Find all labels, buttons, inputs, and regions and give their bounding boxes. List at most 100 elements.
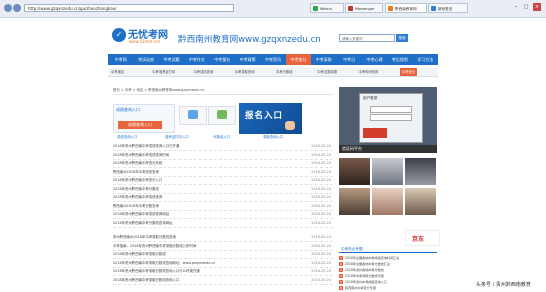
sub-nav-item[interactable]: 中考分数线 bbox=[276, 68, 292, 76]
maximize-button[interactable]: □ bbox=[522, 3, 530, 11]
product-photo[interactable] bbox=[339, 188, 370, 215]
sub-nav-item[interactable]: 中考时间安排 bbox=[359, 68, 379, 76]
registration-banner[interactable]: 报名入口 bbox=[239, 103, 302, 134]
product-photo[interactable] bbox=[372, 188, 403, 215]
news-title[interactable]: 黔西南州2018年中考成绩查询 bbox=[113, 169, 159, 176]
news-row[interactable]: 2018年贵州黔西南中考成绩查询时间 2018-05-24 bbox=[113, 152, 333, 160]
news-row[interactable]: 黔西南州2018年中考成绩查询 2018-05-24 bbox=[113, 169, 333, 177]
nav-item[interactable]: 中考报名 bbox=[210, 54, 235, 65]
news-title[interactable]: 2018年贵州黔西南中考成绩查询网站 bbox=[113, 211, 169, 218]
back-icon[interactable] bbox=[4, 4, 12, 12]
forward-icon[interactable] bbox=[13, 4, 21, 12]
nav-item[interactable]: 中考查分 bbox=[285, 54, 312, 65]
news-title[interactable]: 2018年贵州黔西南中考录取分数线 bbox=[113, 251, 166, 258]
login-dialog-image: 用户登录 bbox=[359, 93, 423, 143]
news-row[interactable]: 2018年贵州黔西南中考成绩查询网站 2018-05-24 bbox=[113, 211, 333, 219]
quick-link[interactable]: 录取查询入口 bbox=[263, 134, 283, 139]
news-title[interactable]: 2018年贵州黔西南中考录取分数线查询入口 bbox=[113, 277, 179, 284]
search-button[interactable]: 搜索 bbox=[396, 34, 408, 42]
news-row[interactable]: 2018年贵州黔西南中考成绩查询入口已开通 2018-05-24 bbox=[113, 143, 333, 151]
browser-tab[interactable]: 新标签页 bbox=[428, 3, 468, 13]
rank-badge: 1 bbox=[339, 256, 343, 260]
news-date: 2018-05-24 bbox=[311, 220, 331, 225]
news-title[interactable]: 2018年贵州黔西南中考成绩查询入口已开通 bbox=[113, 143, 179, 150]
nav-item[interactable]: 学习方法 bbox=[413, 54, 438, 65]
score-query-button[interactable]: 成绩查询入口 bbox=[118, 121, 162, 129]
product-photo[interactable] bbox=[372, 158, 403, 185]
nav-item[interactable]: 中考录取 bbox=[311, 54, 336, 65]
news-title[interactable]: 2018年贵州黔西南中考成绩查询时间 bbox=[113, 152, 169, 159]
news-title[interactable]: 2018年贵州黔西南中考查分系统 bbox=[113, 160, 162, 167]
close-button[interactable]: × bbox=[533, 3, 541, 11]
sub-nav-item[interactable]: 中考成绩查询 bbox=[194, 68, 214, 76]
nav-item[interactable]: 考后规划 bbox=[387, 54, 412, 65]
product-photo[interactable] bbox=[405, 158, 436, 185]
quick-link[interactable]: 分数线入口 bbox=[213, 134, 230, 139]
nav-item[interactable]: 中考日 bbox=[336, 54, 361, 65]
search-input[interactable]: 请输入关键词 bbox=[339, 34, 395, 42]
news-row[interactable]: 黔西南州2018年中考分数查询 2018-05-24 bbox=[113, 203, 333, 211]
side-list-item[interactable]: 6 黔西南州中考查分专题 bbox=[339, 285, 437, 291]
news-title[interactable]: 2018年贵州黔西南中考查分入口 bbox=[113, 177, 162, 184]
nav-item[interactable]: 中考网 bbox=[108, 54, 133, 65]
news-title[interactable]: 2018年贵州黔西南中考成绩查询 bbox=[113, 194, 162, 201]
tab-favicon-icon bbox=[388, 6, 393, 11]
side-item-label: 2018年贵州各地中考分数线 bbox=[345, 268, 384, 272]
quick-link[interactable]: 成绩查询入口 bbox=[117, 134, 137, 139]
nav-item[interactable]: 中考作文 bbox=[184, 54, 209, 65]
rank-badge: 5 bbox=[339, 280, 343, 284]
news-title[interactable]: 黔西南州2018年中考分数查询 bbox=[113, 203, 159, 210]
news-row[interactable]: 2018年贵州黔西南中考录取分数线 2018-05-24 bbox=[113, 251, 333, 259]
news-row[interactable]: 2018年贵州黔西南中考查分系统 2018-05-24 bbox=[113, 160, 333, 168]
tab-label: Weixin bbox=[320, 7, 332, 11]
site-logo[interactable]: ✓ 无忧考网 www.51test.net bbox=[112, 26, 176, 48]
news-title[interactable]: 2018年贵州黔西南中考分数线查询网址 bbox=[113, 220, 173, 227]
news-title[interactable]: 2018年贵州黔西南中考录取分数线查询网址：www.gzqxnzedu.cn bbox=[113, 260, 215, 267]
address-bar[interactable]: http://www.gzqxnzedu.cn/guizhouzhongkao/ bbox=[24, 4, 234, 12]
quick-links: 成绩查询入口 准考证打印入口 分数线入口 录取查询入口 bbox=[113, 134, 313, 140]
nav-item[interactable]: 中考试题 bbox=[159, 54, 184, 65]
browser-tab[interactable]: 黔西南教育网 bbox=[385, 3, 427, 13]
ad-banner[interactable]: 用户登录 bbox=[339, 87, 437, 145]
news-row[interactable]: 2018年贵州黔西南中考录取分数线查询入口 2018-05-24 bbox=[113, 277, 333, 285]
jd-ad[interactable]: 京东 bbox=[405, 230, 440, 246]
score-query-banner[interactable]: 成绩查询入口 成绩查询入口 bbox=[113, 104, 175, 133]
sub-nav-item[interactable]: 中考录取查询 bbox=[235, 68, 255, 76]
main-nav: 中考网 考试动态 中考试题 中考作文 中考报名 中考政策 中考资讯 中考查分 中考录取 中考日 中考… bbox=[108, 54, 438, 65]
ad-caption[interactable]: 验证码平台 bbox=[339, 145, 437, 153]
news-row[interactable]: 2018年贵州黔西南中考成绩查询 2018-05-24 bbox=[113, 194, 333, 202]
sub-nav-item[interactable]: 中考查分 bbox=[399, 68, 417, 76]
news-row[interactable]: 2018年贵州黔西南中考录取分数线查询网址：www.gzqxnzedu.cn 20… bbox=[113, 260, 333, 268]
nav-item[interactable]: 中考心理 bbox=[362, 54, 387, 65]
news-row[interactable]: 贵州黔西南州2018年中考录取分数线查询 2018-05-24 bbox=[113, 234, 333, 242]
browser-tab[interactable]: Weixin bbox=[310, 3, 344, 13]
admission-ticket-icon[interactable] bbox=[179, 106, 207, 125]
news-row[interactable]: 2018年贵州黔西南中考查分入口 2018-05-24 bbox=[113, 177, 333, 185]
sub-nav-item[interactable]: 中考准考证打印 bbox=[152, 68, 175, 76]
news-title[interactable]: 2018年贵州黔西南中考分数线 bbox=[113, 186, 159, 193]
product-photo[interactable] bbox=[405, 188, 436, 215]
hand-icon bbox=[285, 121, 295, 130]
news-date: 2018-05-24 bbox=[311, 161, 331, 165]
news-date: 2018-05-24 bbox=[311, 144, 331, 148]
nav-item[interactable]: 考试动态 bbox=[133, 54, 158, 65]
news-title[interactable]: 2018年贵州黔西南中考录取分数线查询入口什么时候开通 bbox=[113, 268, 200, 275]
minimize-button[interactable]: – bbox=[512, 3, 520, 11]
nav-item[interactable]: 中考资讯 bbox=[260, 54, 285, 65]
score-line-icon[interactable] bbox=[208, 106, 236, 125]
sub-nav-item[interactable]: 中考志愿填报 bbox=[317, 68, 337, 76]
sub-nav-item[interactable]: 中考报名 bbox=[111, 68, 124, 76]
nav-item[interactable]: 中考政策 bbox=[235, 54, 260, 65]
news-row[interactable]: 2018年贵州黔西南中考录取分数线查询入口什么时候开通 2018-05-24 bbox=[113, 268, 333, 276]
news-row[interactable]: 中考指南：2018年贵州黔西南中考录取分数线公布时间 2018-05-24 bbox=[113, 243, 333, 251]
side-item-label: 2018年全国各地中考成绩查询时间汇总 bbox=[345, 256, 400, 260]
quick-link[interactable]: 准考证打印入口 bbox=[165, 134, 189, 139]
news-title[interactable]: 贵州黔西南州2018年中考录取分数线查询 bbox=[113, 234, 176, 241]
watermark: 头条号 / 贵州黔西南教育 bbox=[476, 282, 531, 288]
browser-toolbar: http://www.gzqxnzedu.cn/guizhouzhongkao/… bbox=[0, 0, 546, 18]
news-title[interactable]: 中考指南：2018年贵州黔西南中考录取分数线公布时间 bbox=[113, 243, 196, 250]
browser-tab[interactable]: Messenger bbox=[345, 3, 383, 13]
news-row[interactable]: 2018年贵州黔西南中考分数线 2018-05-24 bbox=[113, 186, 333, 194]
news-row[interactable]: 2018年贵州黔西南中考分数线查询网址 2018-05-24 bbox=[113, 220, 333, 228]
product-photo[interactable] bbox=[339, 158, 370, 185]
